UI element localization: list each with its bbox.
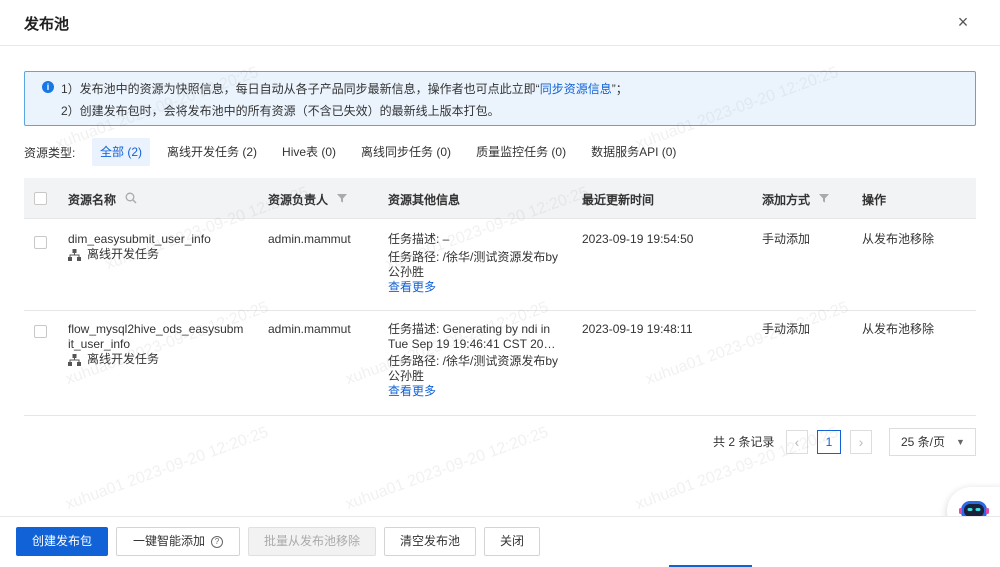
smart-add-button[interactable]: 一键智能添加? <box>116 527 240 556</box>
resource-type-label: 离线开发任务 <box>87 247 160 261</box>
dialog-title: 发布池 <box>24 16 70 33</box>
resource-name-cell: dim_easysubmit_user_info 离线开发任务 <box>68 232 246 262</box>
page-number-1[interactable]: 1 <box>817 430 841 454</box>
page-size-select[interactable]: 25 条/页 ▼ <box>889 428 976 456</box>
table-header: 资源名称 资源负责人 资源其他信息 最近更新时间 添加方式 操作 <box>24 178 976 219</box>
task-path: 任务路径: /徐华/测试资源发布by公孙胜 <box>388 354 559 383</box>
resource-type: 离线开发任务 <box>68 247 246 262</box>
view-more-link[interactable]: 查看更多 <box>388 384 563 399</box>
help-icon: ? <box>211 535 223 548</box>
search-icon[interactable] <box>125 192 137 204</box>
task-description: 任务描述: Generating by ndi in Tue Sep 19 19… <box>388 322 556 351</box>
tab-data-service-api[interactable]: 数据服务API (0) <box>583 138 684 166</box>
task-path: 任务路径: /徐华/测试资源发布by公孙胜 <box>388 250 559 279</box>
view-more-link[interactable]: 查看更多 <box>388 280 563 295</box>
info-notice: i 1）发布池中的资源为快照信息，每日自动从各子产品同步最新信息，操作者也可点此… <box>24 71 976 126</box>
next-page-button[interactable]: › <box>850 430 872 454</box>
tab-offline-sync-task[interactable]: 离线同步任务 (0) <box>353 138 459 166</box>
remove-from-pool-link[interactable]: 从发布池移除 <box>862 322 934 337</box>
watermark: xuhua01 2023-09-20 12:20:25 <box>63 423 271 514</box>
tab-hive-table[interactable]: Hive表 (0) <box>274 138 344 166</box>
owner-cell: admin.mammut <box>268 232 351 246</box>
row-checkbox[interactable] <box>34 325 47 338</box>
notice-line-1: 1）发布池中的资源为快照信息，每日自动从各子产品同步最新信息，操作者也可点此立即… <box>61 80 628 97</box>
clear-pool-button[interactable]: 清空发布池 <box>384 527 476 556</box>
close-button[interactable]: 关闭 <box>484 527 540 556</box>
add-method-cell: 手动添加 <box>762 232 811 246</box>
sync-resource-link[interactable]: 同步资源信息 <box>540 82 612 96</box>
select-all-checkbox[interactable] <box>34 192 47 205</box>
dialog-header: 发布池 × <box>0 0 1000 46</box>
filter-icon[interactable] <box>819 193 829 203</box>
chevron-down-icon: ▼ <box>956 437 965 447</box>
owner-cell: admin.mammut <box>268 322 351 336</box>
resource-type-label: 离线开发任务 <box>87 352 160 366</box>
tab-all[interactable]: 全部 (2) <box>92 138 151 166</box>
column-header-name: 资源名称 <box>68 193 117 207</box>
filter-icon[interactable] <box>337 193 347 203</box>
column-header-other-info: 资源其他信息 <box>388 193 461 207</box>
resource-name-cell: flow_mysql2hive_ods_easysubmit_user_info… <box>68 322 246 367</box>
resource-type-label: 资源类型: <box>24 146 76 160</box>
page-size-value: 25 条/页 <box>901 435 946 449</box>
updated-time-cell: 2023-09-19 19:54:50 <box>582 232 694 246</box>
total-records: 共 2 条记录 <box>713 435 775 449</box>
prev-page-button[interactable]: ‹ <box>786 430 808 454</box>
task-tree-icon <box>68 353 81 366</box>
resource-type: 离线开发任务 <box>68 352 246 367</box>
column-header-owner: 资源负责人 <box>268 193 329 207</box>
tab-quality-monitor-task[interactable]: 质量监控任务 (0) <box>468 138 574 166</box>
notice-text-suffix: ”； <box>611 82 628 96</box>
task-description: 任务描述: – <box>388 232 450 246</box>
task-tree-icon <box>68 248 81 261</box>
column-header-updated-time: 最近更新时间 <box>582 193 655 207</box>
close-icon[interactable]: × <box>954 12 972 32</box>
column-header-actions: 操作 <box>862 193 887 207</box>
create-package-button[interactable]: 创建发布包 <box>16 527 108 556</box>
remove-from-pool-link[interactable]: 从发布池移除 <box>862 232 934 247</box>
dialog-footer: 创建发布包 一键智能添加? 批量从发布池移除 清空发布池 关闭 <box>0 516 1000 567</box>
add-method-cell: 手动添加 <box>762 322 811 336</box>
notice-text: 1）发布池中的资源为快照信息，每日自动从各子产品同步最新信息，操作者也可点此立即… <box>61 82 540 96</box>
table-row: flow_mysql2hive_ods_easysubmit_user_info… <box>24 311 976 416</box>
info-icon: i <box>42 81 54 93</box>
resource-name: flow_mysql2hive_ods_easysubmit_user_info <box>68 322 244 351</box>
batch-remove-button[interactable]: 批量从发布池移除 <box>248 527 376 556</box>
notice-line-2: 2）创建发布包时，会将发布池中的所有资源（不含已失效）的最新线上版本打包。 <box>61 104 500 118</box>
other-info-cell: 任务描述: Generating by ndi in Tue Sep 19 19… <box>388 322 563 399</box>
other-info-cell: 任务描述: – 任务路径: /徐华/测试资源发布by公孙胜 查看更多 <box>388 232 563 295</box>
table-row: dim_easysubmit_user_info 离线开发任务 admin.ma… <box>24 220 976 311</box>
column-header-add-method: 添加方式 <box>762 193 811 207</box>
smart-add-label: 一键智能添加 <box>132 534 205 548</box>
watermark: xuhua01 2023-09-20 12:20:25 <box>343 423 551 514</box>
updated-time-cell: 2023-09-19 19:48:11 <box>582 322 693 336</box>
resource-type-tabs: 全部 (2) 离线开发任务 (2) Hive表 (0) 离线同步任务 (0) 质… <box>92 138 693 166</box>
resource-name: dim_easysubmit_user_info <box>68 232 211 246</box>
tab-offline-dev-task[interactable]: 离线开发任务 (2) <box>159 138 265 166</box>
row-checkbox[interactable] <box>34 236 47 249</box>
